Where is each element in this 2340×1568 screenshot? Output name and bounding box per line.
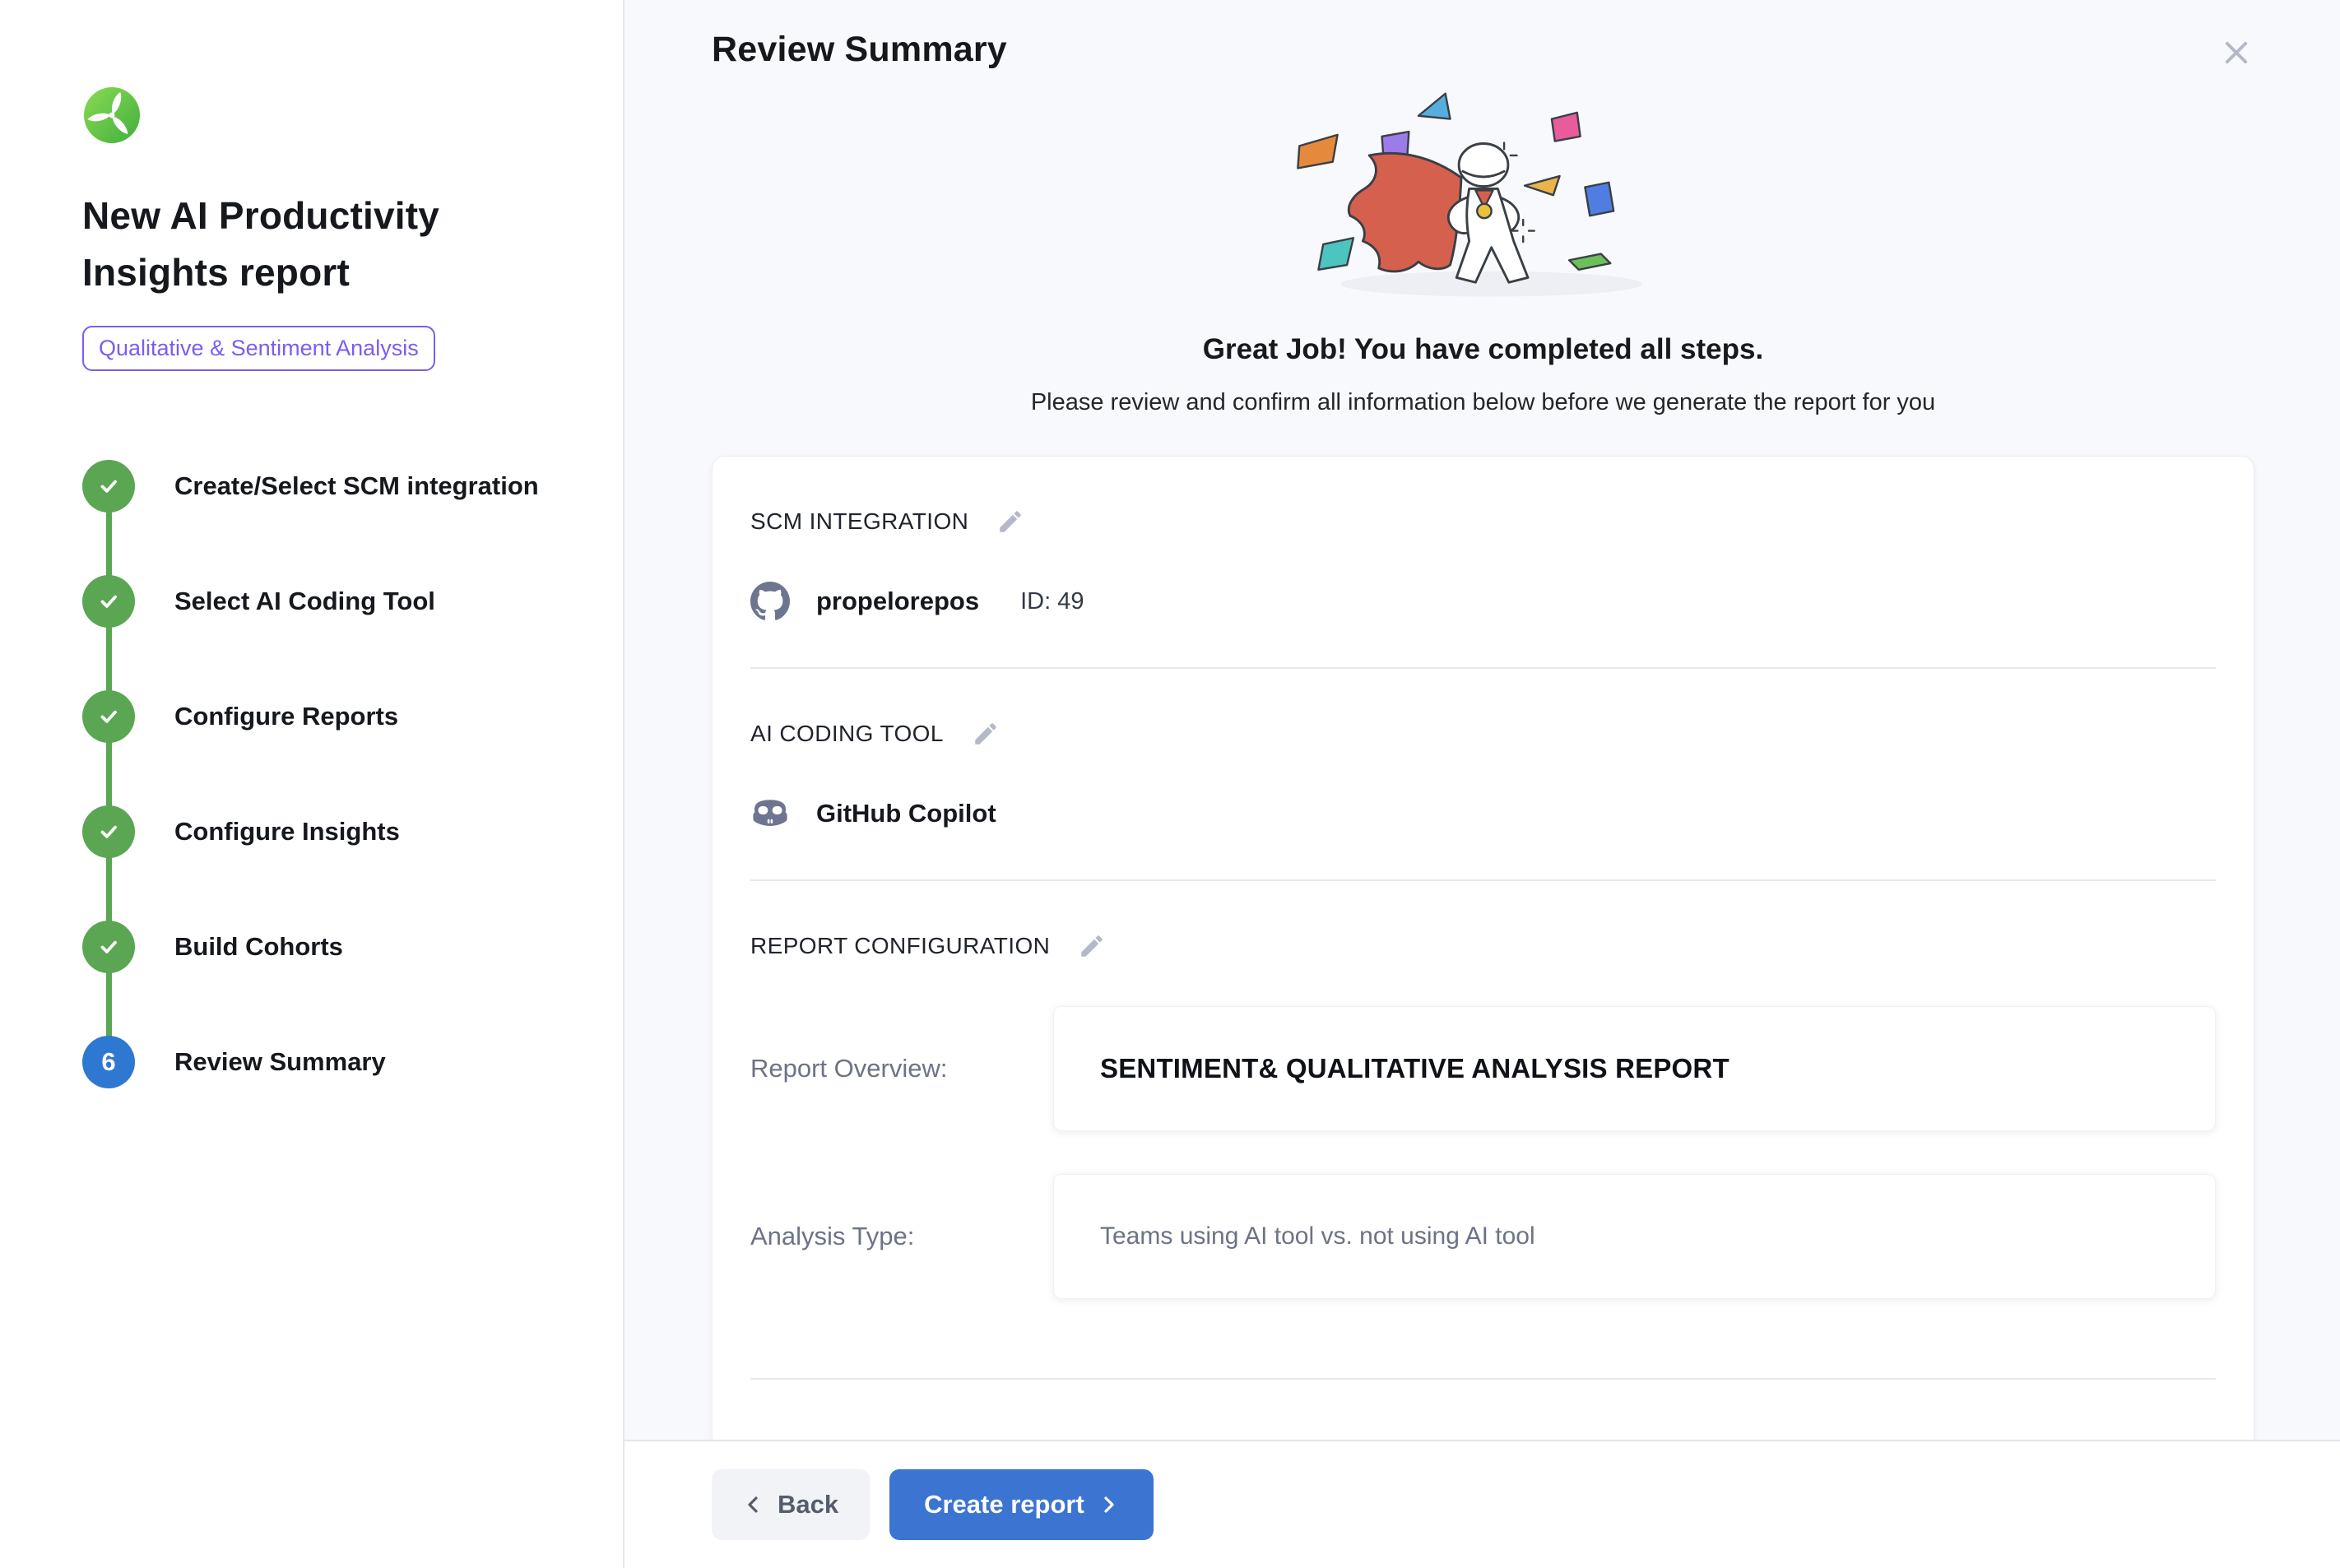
report-config-section-label: REPORT CONFIGURATION [750,933,1050,959]
divider [750,667,2216,669]
chevron-left-icon [743,1494,764,1515]
step-complete-check-icon [82,575,135,628]
step-select-ai-coding-tool[interactable]: Select AI Coding Tool [82,575,573,628]
step-configure-reports[interactable]: Configure Reports [82,690,573,743]
copilot-icon [750,794,790,833]
review-summary-panel: Review Summary [624,0,2340,1568]
step-complete-check-icon [82,921,135,973]
scm-section-label: SCM INTEGRATION [750,508,968,535]
report-overview-label: Report Overview: [750,1054,1053,1083]
back-button[interactable]: Back [712,1469,870,1540]
ai-tool-section-label: AI CODING TOOL [750,721,944,747]
review-summary-content: Review Summary [624,0,2340,1440]
report-wizard-title: New AI Productivity Insights report [82,188,543,301]
close-icon[interactable] [2213,30,2259,76]
analysis-type-label: Analysis Type: [750,1222,1053,1251]
summary-card: SCM INTEGRATION propelorepos ID: 49 AI C… [712,456,2254,1440]
analysis-type-value-box: Teams using AI tool vs. not using AI too… [1053,1174,2216,1299]
step-create-select-scm-integration[interactable]: Create/Select SCM integration [82,460,573,513]
report-type-badge: Qualitative & Sentiment Analysis [82,326,435,371]
ai-tool-name: GitHub Copilot [816,799,996,828]
congrats-subtitle: Please review and confirm all informatio… [712,389,2254,416]
github-icon [750,582,790,621]
scm-integration-name: propelorepos [816,587,979,616]
analysis-type-value: Teams using AI tool vs. not using AI too… [1100,1222,1535,1250]
chevron-right-icon [1098,1494,1119,1515]
step-build-cohorts[interactable]: Build Cohorts [82,921,573,973]
scm-integration-id: ID: 49 [1020,588,1084,615]
step-complete-check-icon [82,805,135,858]
step-review-summary[interactable]: 6 Review Summary [82,1036,573,1088]
celebration-illustration [1261,84,1706,314]
edit-ai-tool-icon[interactable] [968,717,1003,751]
page-title: Review Summary [712,30,1007,70]
step-complete-check-icon [82,460,135,513]
divider [750,879,2216,881]
report-overview-value: SENTIMENT& QUALITATIVE ANALYSIS REPORT [1100,1053,1729,1084]
congrats-title: Great Job! You have completed all steps. [712,333,2254,366]
propeller-logo-icon [82,86,142,145]
wizard-footer: Back Create report [624,1440,2340,1568]
wizard-sidebar: New AI Productivity Insights report Qual… [0,0,624,1568]
edit-report-config-icon[interactable] [1075,929,1109,963]
edit-scm-icon[interactable] [993,504,1028,539]
report-overview-value-box: SENTIMENT& QUALITATIVE ANALYSIS REPORT [1053,1006,2216,1131]
step-configure-insights[interactable]: Configure Insights [82,805,573,858]
step-number-badge: 6 [82,1036,135,1088]
divider [750,1378,2216,1380]
wizard-steps: Create/Select SCM integration Select AI … [82,460,573,1088]
step-complete-check-icon [82,690,135,743]
create-report-button[interactable]: Create report [889,1469,1154,1540]
